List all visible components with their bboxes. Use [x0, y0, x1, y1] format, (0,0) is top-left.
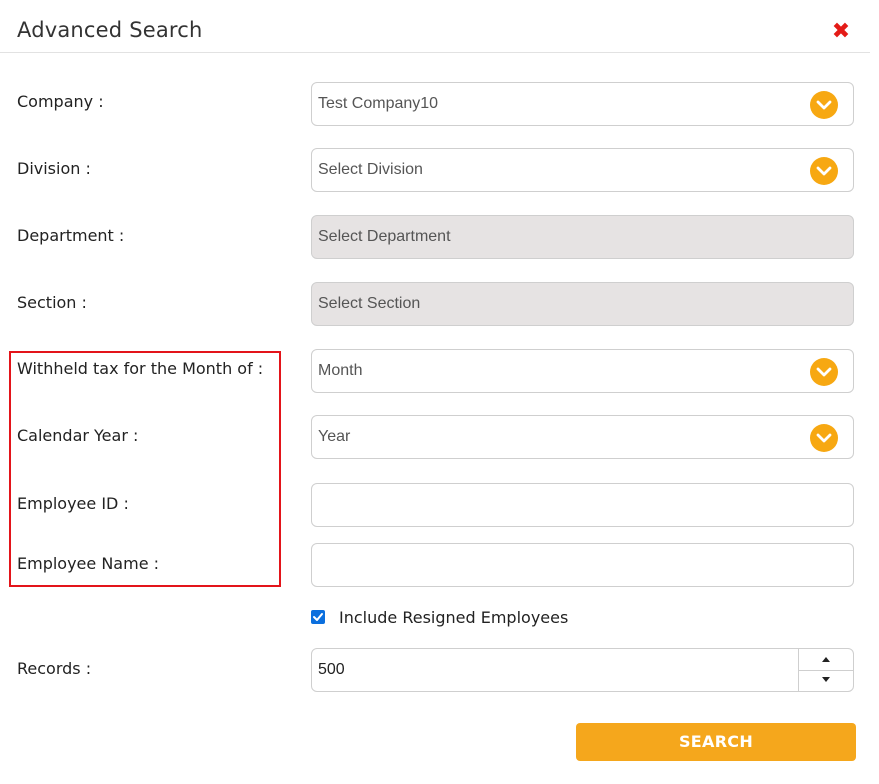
department-select-value: Select Department [318, 228, 451, 245]
employee-name-input[interactable] [311, 543, 854, 587]
calendar-year-select[interactable]: Year [311, 415, 854, 459]
close-icon[interactable]: ✖ [829, 20, 853, 44]
calendar-year-select-value: Year [318, 428, 351, 445]
chevron-down-icon[interactable] [810, 424, 838, 452]
employee-name-label: Employee Name : [17, 554, 160, 573]
chevron-down-icon[interactable] [810, 358, 838, 386]
company-select[interactable]: Test Company10 [311, 82, 854, 126]
records-stepper[interactable] [798, 649, 853, 691]
division-label: Division : [17, 159, 91, 178]
dialog-header: Advanced Search ✖ [0, 0, 870, 53]
section-select: Select Section [311, 282, 854, 326]
company-select-value: Test Company10 [318, 95, 439, 112]
section-select-value: Select Section [318, 295, 421, 312]
include-resigned-label[interactable]: Include Resigned Employees [339, 608, 568, 627]
division-select[interactable]: Select Division [311, 148, 854, 192]
month-select-value: Month [318, 362, 363, 379]
month-label: Withheld tax for the Month of : [17, 359, 264, 378]
search-button[interactable]: SEARCH [576, 723, 856, 761]
employee-id-input[interactable] [311, 483, 854, 527]
records-label: Records : [17, 659, 92, 678]
highlight-box [9, 351, 281, 587]
company-label: Company : [17, 92, 104, 111]
dialog-title: Advanced Search [17, 18, 203, 42]
calendar-year-label: Calendar Year : [17, 426, 139, 445]
stepper-up-icon[interactable] [799, 649, 853, 671]
records-value: 500 [318, 661, 345, 678]
division-select-value: Select Division [318, 161, 423, 178]
employee-id-label: Employee ID : [17, 494, 129, 513]
include-resigned-checkbox[interactable] [311, 610, 325, 624]
advanced-search-dialog: Advanced Search ✖ Company : Test Company… [0, 0, 879, 784]
records-input[interactable]: 500 [311, 648, 854, 692]
chevron-down-icon[interactable] [810, 91, 838, 119]
department-label: Department : [17, 226, 125, 245]
section-label: Section : [17, 293, 87, 312]
department-select: Select Department [311, 215, 854, 259]
month-select[interactable]: Month [311, 349, 854, 393]
stepper-down-icon[interactable] [799, 670, 853, 691]
chevron-down-icon[interactable] [810, 157, 838, 185]
